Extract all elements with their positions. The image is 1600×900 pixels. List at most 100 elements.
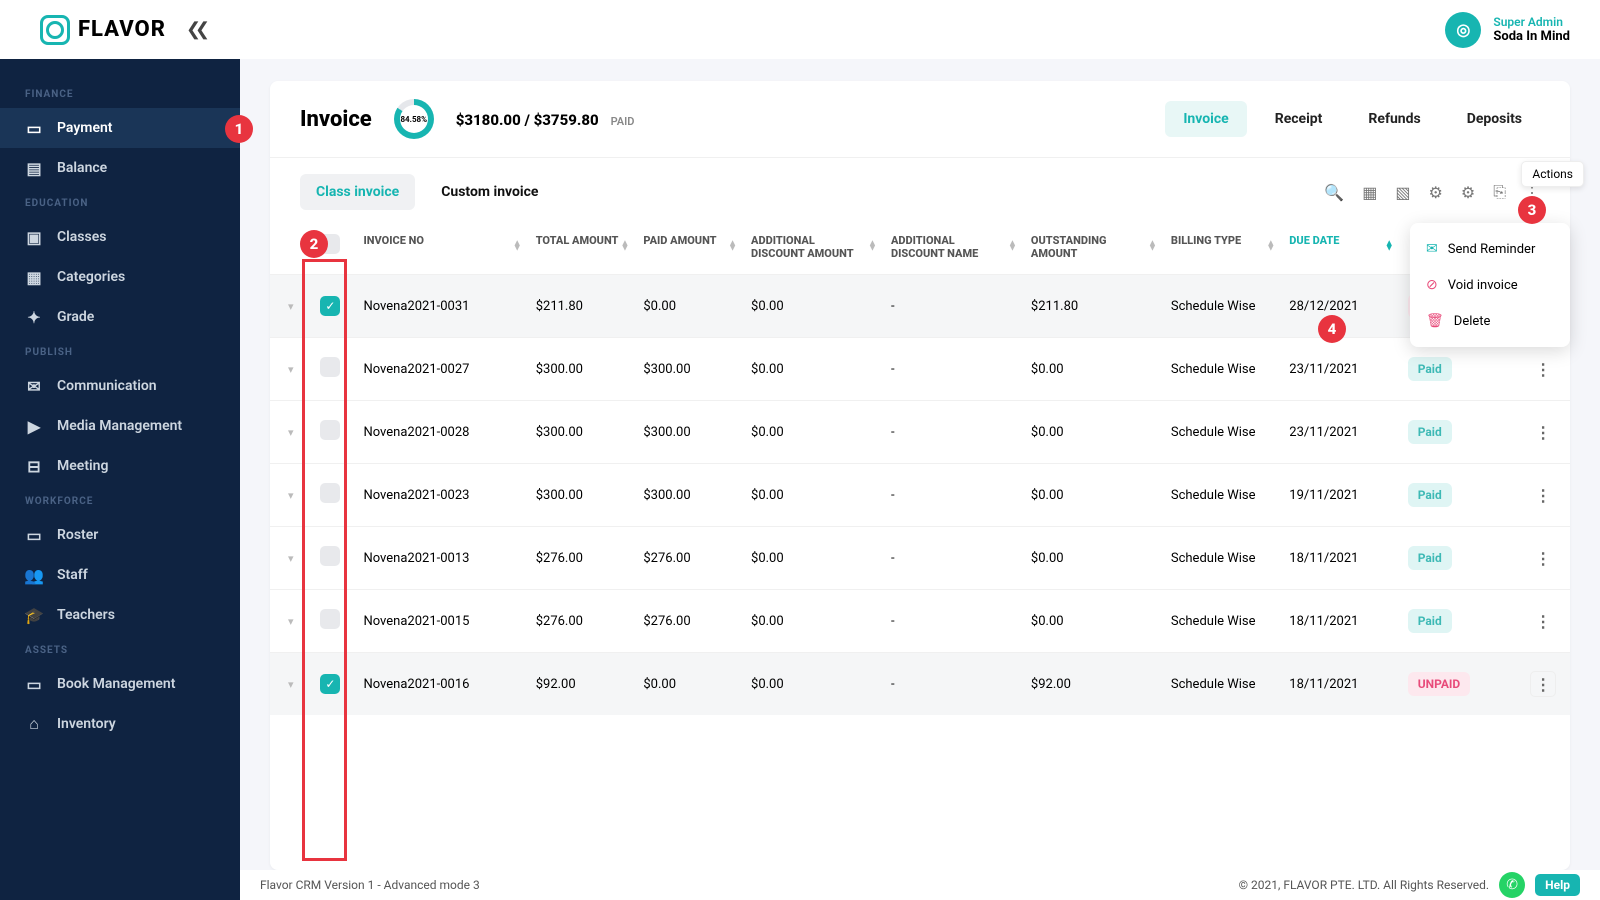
sidebar-item-meeting[interactable]: ⊟Meeting — [0, 446, 240, 486]
action-send-reminder[interactable]: ✉Send Reminder — [1410, 231, 1570, 267]
sidebar-item-label: Grade — [57, 309, 94, 325]
expand-icon[interactable]: ▾ — [288, 300, 298, 313]
grade-icon: ✦ — [25, 308, 43, 326]
row-checkbox[interactable]: ✓ — [320, 674, 340, 694]
sidebar-item-categories[interactable]: ▦Categories — [0, 257, 240, 297]
cell-invoice-no: Novena2021-0027 — [353, 338, 525, 401]
sub-tab-custom-invoice[interactable]: Custom invoice — [425, 174, 554, 210]
tab-receipt[interactable]: Receipt — [1257, 101, 1341, 137]
sidebar-collapse-icon[interactable]: ❮❮ — [186, 19, 204, 40]
invoice-card: Invoice 84.58% $3180.00 / $3759.80 PAID … — [270, 81, 1570, 870]
cell-add-discount-amount: $0.00 — [741, 275, 881, 338]
expand-icon[interactable]: ▾ — [288, 552, 298, 565]
cell-paid: $276.00 — [633, 527, 741, 590]
inventory-icon: ⌂ — [25, 715, 43, 733]
sidebar-item-book-management[interactable]: ▭Book Management — [0, 664, 240, 704]
expand-icon[interactable]: ▾ — [288, 426, 298, 439]
table-row: ▾Novena2021-0013$276.00$276.00$0.00-$0.0… — [270, 527, 1570, 590]
trash-icon: 🗑 — [1426, 313, 1444, 329]
app-logo[interactable]: FLAVOR — [40, 15, 166, 45]
actions-tooltip: Actions — [1521, 161, 1584, 187]
row-more-icon[interactable]: ⋮ — [1530, 671, 1556, 697]
col-additional-discount-name[interactable]: ADDITIONAL DISCOUNT NAME▲▼ — [881, 220, 1021, 275]
tab-deposits[interactable]: Deposits — [1449, 101, 1540, 137]
expand-icon[interactable]: ▾ — [288, 678, 298, 691]
sidebar-item-balance[interactable]: ▤Balance — [0, 148, 240, 188]
col-paid-amount[interactable]: PAID AMOUNT▲▼ — [633, 220, 741, 275]
meeting-icon: ⊟ — [25, 457, 43, 475]
expand-icon[interactable]: ▾ — [288, 615, 298, 628]
cell-paid: $300.00 — [633, 464, 741, 527]
sidebar-item-roster[interactable]: ▭Roster — [0, 515, 240, 555]
annotation-badge-3: 3 — [1518, 196, 1546, 224]
export-icon[interactable]: ⎘ — [1493, 182, 1506, 202]
search-icon[interactable]: 🔍 — [1324, 183, 1344, 202]
tab-refunds[interactable]: Refunds — [1350, 101, 1438, 137]
annotation-badge-1: 1 — [225, 115, 253, 143]
row-checkbox[interactable]: ✓ — [320, 296, 340, 316]
col-invoice-no[interactable]: INVOICE NO▲▼ — [353, 220, 525, 275]
row-more-icon[interactable]: ⋮ — [1530, 356, 1556, 382]
staff-icon: 👥 — [25, 566, 43, 584]
table-container[interactable]: INVOICE NO▲▼ TOTAL AMOUNT▲▼ PAID AMOUNT▲… — [270, 220, 1570, 870]
expand-icon[interactable]: ▾ — [288, 363, 298, 376]
col-total-amount[interactable]: TOTAL AMOUNT▲▼ — [526, 220, 634, 275]
row-checkbox[interactable] — [320, 483, 340, 503]
col-due-date[interactable]: DUE DATE▲▼ — [1279, 220, 1397, 275]
action-void-invoice[interactable]: ⊘Void invoice — [1410, 267, 1570, 303]
whatsapp-icon[interactable]: ✆ — [1499, 872, 1525, 898]
row-checkbox[interactable] — [320, 609, 340, 629]
sidebar-item-media-management[interactable]: ▶Media Management — [0, 406, 240, 446]
progress-donut: 84.58% — [394, 99, 434, 139]
sidebar-item-staff[interactable]: 👥Staff — [0, 555, 240, 595]
sidebar-item-payment[interactable]: ▭Payment — [0, 108, 240, 148]
user-section[interactable]: ◎ Super Admin Soda In Mind — [1445, 12, 1570, 48]
annotation-badge-2: 2 — [300, 230, 328, 258]
action-label: Delete — [1454, 314, 1491, 329]
table-row: ▾Novena2021-0027$300.00$300.00$0.00-$0.0… — [270, 338, 1570, 401]
cell-add-discount-amount: $0.00 — [741, 527, 881, 590]
header-left: Invoice 84.58% $3180.00 / $3759.80 PAID — [300, 99, 634, 139]
col-outstanding-amount[interactable]: OUTSTANDING AMOUNT▲▼ — [1021, 220, 1161, 275]
sidebar-item-label: Roster — [57, 527, 98, 543]
col-billing-type[interactable]: BILLING TYPE▲▼ — [1161, 220, 1279, 275]
calendar-icon[interactable]: ▦ — [1362, 183, 1377, 202]
action-delete[interactable]: 🗑 Delete — [1410, 303, 1570, 339]
row-more-icon[interactable]: ⋮ — [1530, 482, 1556, 508]
filter-icon[interactable]: ⚙ — [1429, 183, 1443, 202]
sidebar-item-communication[interactable]: ✉Communication — [0, 366, 240, 406]
settings-icon[interactable]: ⚙ — [1461, 183, 1475, 202]
cell-invoice-no: Novena2021-0023 — [353, 464, 525, 527]
row-checkbox[interactable] — [320, 357, 340, 377]
cell-outstanding: $0.00 — [1021, 338, 1161, 401]
cell-invoice-no: Novena2021-0013 — [353, 527, 525, 590]
row-checkbox[interactable] — [320, 546, 340, 566]
cell-outstanding: $0.00 — [1021, 590, 1161, 653]
sidebar-item-inventory[interactable]: ⌂Inventory — [0, 704, 240, 744]
col-additional-discount-amount[interactable]: ADDITIONAL DISCOUNT AMOUNT▲▼ — [741, 220, 881, 275]
cell-due-date: 18/11/2021 — [1279, 590, 1397, 653]
cell-add-discount-amount: $0.00 — [741, 464, 881, 527]
sub-header: Class invoiceCustom invoice 🔍 ▦ ▧ ⚙ ⚙ ⎘ … — [270, 158, 1570, 220]
sidebar-item-teachers[interactable]: 🎓Teachers — [0, 595, 240, 635]
expand-icon[interactable]: ▾ — [288, 489, 298, 502]
row-more-icon[interactable]: ⋮ — [1530, 545, 1556, 571]
cell-billing-type: Schedule Wise — [1161, 338, 1279, 401]
date-range-icon[interactable]: ▧ — [1395, 183, 1410, 202]
row-more-icon[interactable]: ⋮ — [1530, 608, 1556, 634]
sidebar-item-grade[interactable]: ✦ Grade — [0, 297, 240, 337]
row-more-icon[interactable]: ⋮ — [1530, 419, 1556, 445]
card-header: Invoice 84.58% $3180.00 / $3759.80 PAID … — [270, 81, 1570, 158]
cell-invoice-no: Novena2021-0028 — [353, 401, 525, 464]
table-row: ▾✓Novena2021-0031$211.80$0.00$0.00-$211.… — [270, 275, 1570, 338]
mail-icon: ✉ — [1426, 241, 1438, 257]
communication-icon: ✉ — [25, 377, 43, 395]
tab-invoice[interactable]: Invoice — [1165, 101, 1246, 137]
help-button[interactable]: Help — [1535, 874, 1580, 896]
teachers-icon: 🎓 — [25, 606, 43, 624]
paid-label: PAID — [611, 115, 635, 128]
sidebar-item-classes[interactable]: ▣Classes — [0, 217, 240, 257]
sub-tab-class-invoice[interactable]: Class invoice — [300, 174, 415, 210]
row-checkbox[interactable] — [320, 420, 340, 440]
app-name: FLAVOR — [78, 17, 166, 42]
